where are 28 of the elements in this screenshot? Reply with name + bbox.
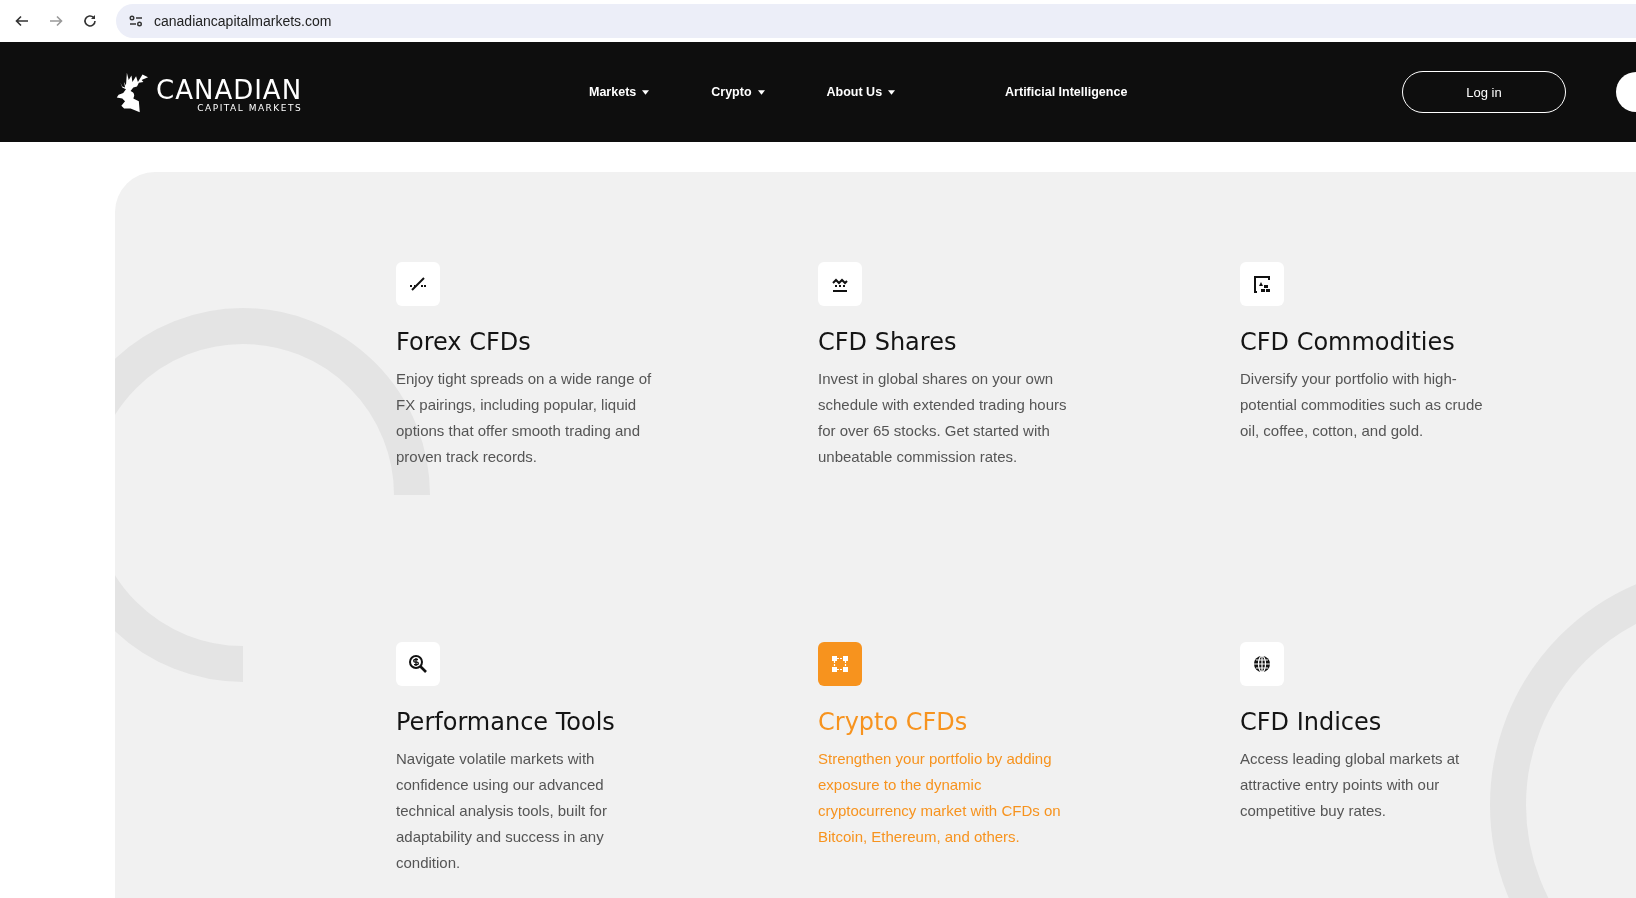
card-description: Invest in global shares on your own schedule with extended trading hours for over 65 stocks. Get started with unbeatable commission rates. — [818, 369, 1068, 467]
site-settings-icon[interactable] — [128, 13, 144, 29]
network-nodes-icon — [830, 654, 850, 674]
card-title: Forex CFDs — [396, 328, 532, 356]
card-description: Strengthen your portfolio by adding exposure to the dynamic cryptocurrency market with CFDs on Bitcoin, Ethereum, and others. — [818, 749, 1062, 847]
card-title: CFD Indices — [1240, 708, 1383, 736]
card-title: CFD Commodities — [1240, 328, 1456, 356]
card-description: Access leading global markets at attractive entry points with our competitive buy rates. — [1240, 749, 1461, 821]
nav-link[interactable]: Crypto — [711, 85, 765, 99]
dollar-search-icon — [408, 654, 428, 674]
url-text: canadiancapitalmarkets.com — [154, 13, 332, 29]
back-icon[interactable] — [14, 13, 30, 29]
reload-icon[interactable] — [82, 13, 98, 29]
card-title: Performance Tools — [396, 708, 616, 736]
logo-wordmark: CANADIAN — [156, 77, 303, 103]
card-title: CFD Shares — [818, 328, 958, 356]
forward-icon[interactable] — [48, 13, 64, 29]
nav-link[interactable]: About Us — [826, 85, 896, 99]
card-description: Navigate volatile markets with confidence using our advanced technical analysis tools, built for adaptability and success in any condition. — [396, 749, 608, 873]
card-title: Crypto CFDs — [818, 708, 969, 736]
nav-link[interactable]: Markets — [589, 85, 650, 99]
card-description: Diversify your portfolio with high-potential commodities such as crude oil, coffee, cotton, and gold. — [1240, 369, 1484, 441]
address-bar[interactable]: canadiancapitalmarkets.com — [116, 4, 1636, 38]
globe-icon — [1252, 654, 1272, 674]
logo-tagline: CAPITAL MARKETS — [197, 103, 303, 114]
commodities-icon — [1252, 274, 1272, 294]
nav-link[interactable]: Artificial Intelligence — [1005, 85, 1128, 99]
card-description: Enjoy tight spreads on a wide range of FX pairings, including popular, liquid options that offer smooth trading and proven track records. — [396, 369, 653, 467]
